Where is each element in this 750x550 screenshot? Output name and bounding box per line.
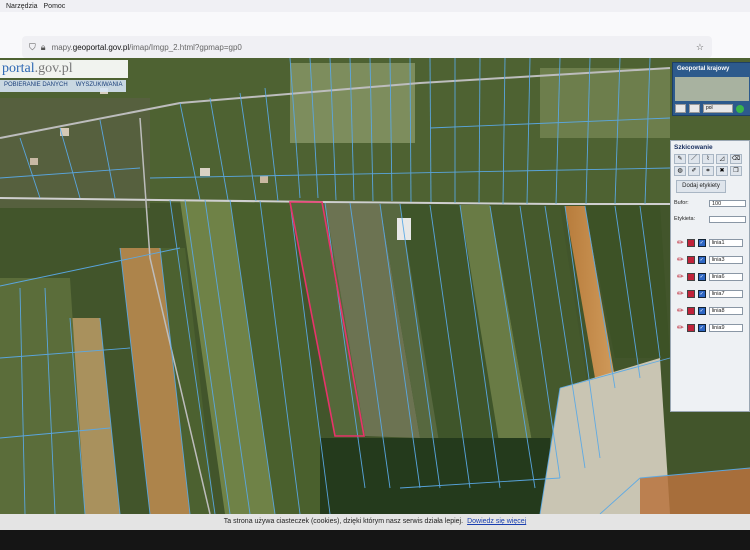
layer-checkbox[interactable]: ✓ xyxy=(697,239,706,247)
layer-row: ✏ ✓ linia9 xyxy=(671,323,749,333)
draw-point-icon[interactable]: ✎ xyxy=(674,154,686,164)
map-top-nav: POBIERANIE DANYCH WYSZUKIWANIA xyxy=(0,80,127,92)
cookie-text: Ta strona używa ciasteczek (cookies), dz… xyxy=(223,518,464,525)
nav-download-data[interactable]: POBIERANIE DANYCH xyxy=(0,80,72,92)
language-select[interactable]: pol xyxy=(703,104,733,113)
overview-panel: Geoportal krajowy pol xyxy=(672,62,750,116)
pencil-icon[interactable]: ✏ xyxy=(677,324,684,332)
layer-row: ✏ ✓ linia1 xyxy=(671,238,749,248)
pencil-icon[interactable]: ✏ xyxy=(677,239,684,247)
layer-checkbox[interactable]: ✓ xyxy=(697,290,706,298)
layer-row: ✏ ✓ linia6 xyxy=(671,272,749,282)
sketch-panel: Szkicowanie ✎ ／ ⌇ ◿ ⌫ ◍ ✐ ⌗ ✖ ❐ Dodaj et… xyxy=(670,140,750,412)
menu-tools[interactable]: Narzędzia xyxy=(6,3,38,10)
layer-name[interactable]: linia6 xyxy=(708,273,743,281)
add-labels-button[interactable]: Dodaj etykiety xyxy=(676,180,726,193)
nav-search[interactable]: WYSZUKIWANIA xyxy=(72,80,127,92)
color-swatch[interactable] xyxy=(686,256,695,264)
buffer-label: Bufor: xyxy=(674,200,689,206)
menu-help[interactable]: Pomoc xyxy=(44,3,66,10)
pencil-icon[interactable]: ✏ xyxy=(677,307,684,315)
fill-icon[interactable]: ◍ xyxy=(674,166,686,176)
draw-line-icon[interactable]: ／ xyxy=(688,154,700,164)
layer-name[interactable]: linia8 xyxy=(708,307,743,315)
shield-icon[interactable]: ⛉ xyxy=(29,42,36,53)
color-swatch[interactable] xyxy=(686,239,695,247)
layer-name[interactable]: linia7 xyxy=(708,290,743,298)
layer-checkbox[interactable]: ✓ xyxy=(697,256,706,264)
pencil-icon[interactable]: ✏ xyxy=(677,256,684,264)
taskbar xyxy=(0,530,750,550)
layer-name[interactable]: linia3 xyxy=(708,256,743,264)
layer-row: ✏ ✓ linia7 xyxy=(671,289,749,299)
draw-polygon-icon[interactable]: ◿ xyxy=(716,154,728,164)
browser-menu-bar: Narzędzia Pomoc xyxy=(0,0,750,12)
edit-icon[interactable]: ✐ xyxy=(688,166,700,176)
cookie-banner: Ta strona używa ciasteczek (cookies), dz… xyxy=(0,514,750,530)
color-swatch[interactable] xyxy=(686,324,695,332)
layer-row: ✏ ✓ linia8 xyxy=(671,306,749,316)
star-icon[interactable]: ☆ xyxy=(696,42,704,53)
overview-minimap[interactable] xyxy=(675,77,749,101)
lock-icon[interactable]: 🔒︎ xyxy=(41,42,46,53)
url-text[interactable]: mapy.geoportal.gov.pl/imap/Imgp_2.html?g… xyxy=(52,43,242,52)
browser-toolbar: ⛉ 🔒︎ mapy.geoportal.gov.pl/imap/Imgp_2.h… xyxy=(0,12,750,58)
color-swatch[interactable] xyxy=(686,273,695,281)
pencil-icon[interactable]: ✏ xyxy=(677,273,684,281)
sketch-title: Szkicowanie xyxy=(674,144,713,151)
url-bar[interactable]: ⛉ 🔒︎ mapy.geoportal.gov.pl/imap/Imgp_2.h… xyxy=(22,36,712,58)
delete-icon[interactable]: ✖ xyxy=(716,166,728,176)
copy-icon[interactable]: ❐ xyxy=(730,166,742,176)
layer-name[interactable]: linia1 xyxy=(708,239,743,247)
map-viewport[interactable]: portal .gov.pl POBIERANIE DANYCH WYSZUKIW… xyxy=(0,58,750,514)
geoportal-logo[interactable]: portal .gov.pl xyxy=(0,60,128,78)
layer-checkbox[interactable]: ✓ xyxy=(697,307,706,315)
print-icon[interactable] xyxy=(689,104,700,113)
layer-row: ✏ ✓ linia3 xyxy=(671,255,749,265)
color-swatch[interactable] xyxy=(686,290,695,298)
layer-name[interactable]: linia9 xyxy=(708,324,743,332)
layer-checkbox[interactable]: ✓ xyxy=(697,324,706,332)
overview-title: Geoportal krajowy xyxy=(677,66,730,72)
cookie-more-link[interactable]: Dowiedz się więcej xyxy=(467,518,526,525)
buffer-input[interactable]: 100 xyxy=(708,199,746,207)
eraser-icon[interactable]: ⌫ xyxy=(730,154,742,164)
go-icon[interactable] xyxy=(736,104,744,113)
draw-polyline-icon[interactable]: ⌇ xyxy=(702,154,714,164)
measure-icon[interactable]: ⌗ xyxy=(702,166,714,176)
layer-checkbox[interactable]: ✓ xyxy=(697,273,706,281)
pencil-icon[interactable]: ✏ xyxy=(677,290,684,298)
aerial-map[interactable] xyxy=(0,58,750,514)
label-input[interactable] xyxy=(708,215,746,223)
label-label: Etykieta: xyxy=(674,216,696,222)
color-swatch[interactable] xyxy=(686,307,695,315)
home-icon[interactable] xyxy=(675,104,686,113)
